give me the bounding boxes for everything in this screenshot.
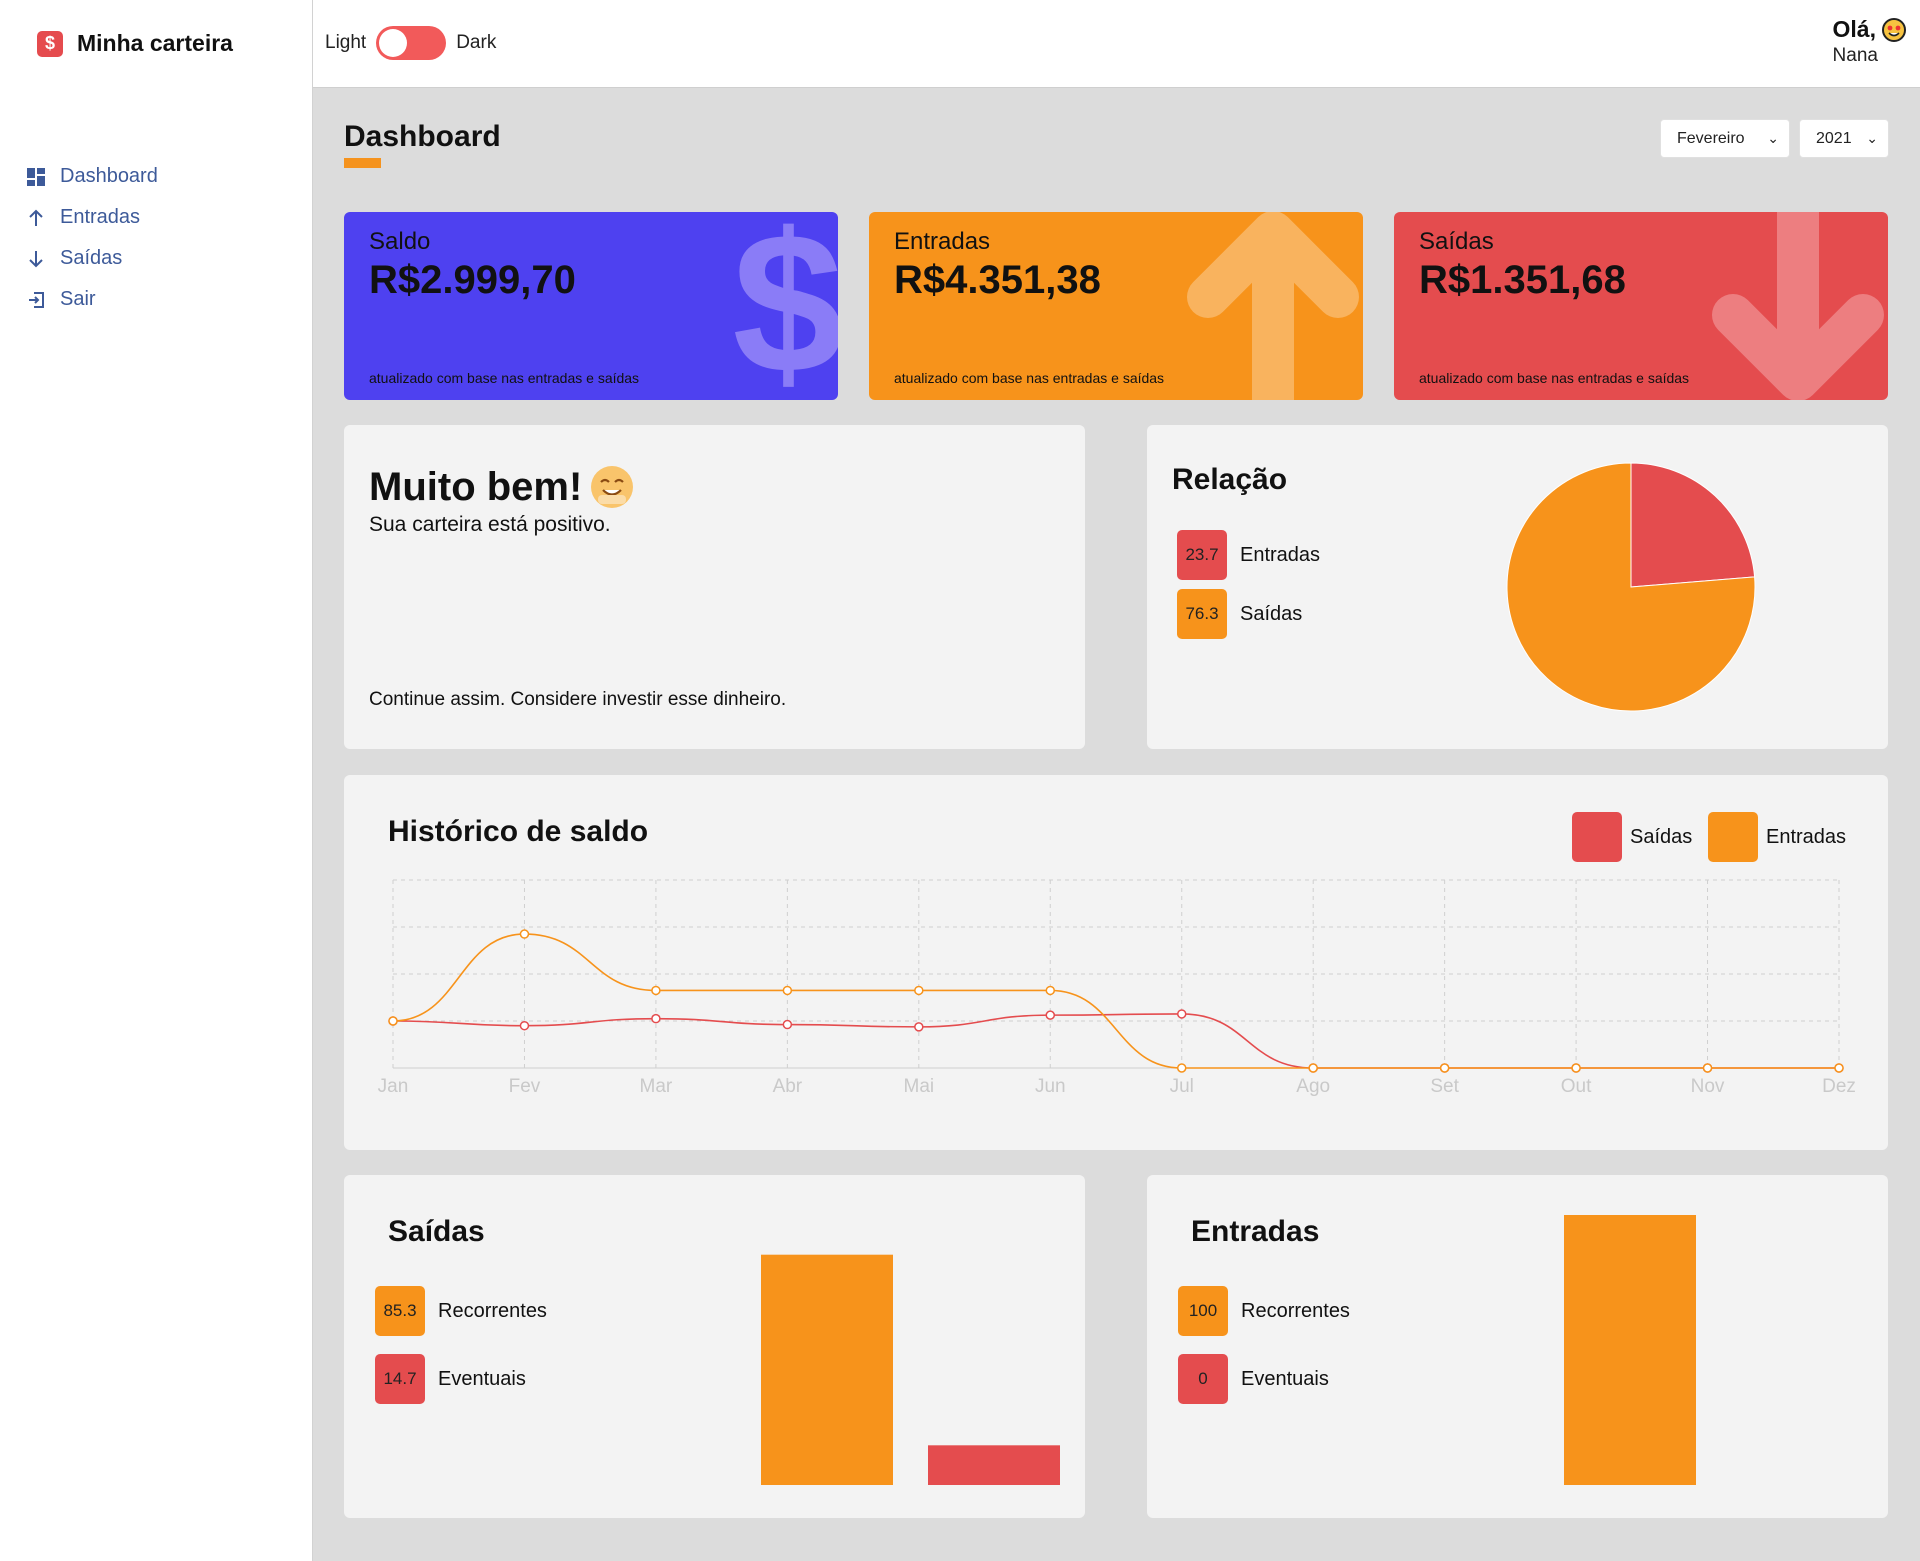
dollar-icon: $	[37, 30, 63, 57]
data-point	[914, 1022, 924, 1032]
sidebar-item-dashboard[interactable]: Dashboard	[26, 156, 158, 197]
outflows-bar-chart	[761, 1254, 1060, 1485]
chevron-down-icon: ⌄	[1866, 130, 1878, 146]
data-point	[1176, 1009, 1187, 1019]
exit-icon	[26, 290, 46, 310]
theme-toggle-group: Light Dark	[325, 26, 496, 60]
wallet-card-saidas: Saídas R$1.351,68 atualizado com base na…	[1394, 212, 1888, 400]
arrow-down-icon	[1712, 212, 1884, 400]
page-title: Dashboard	[344, 120, 501, 153]
data-point	[782, 1019, 793, 1030]
series-line	[392, 1013, 1839, 1069]
title-underline	[344, 158, 381, 168]
x-tick-label: Mai	[904, 1076, 935, 1097]
year-select[interactable]: 2021 ⌄	[1799, 119, 1889, 158]
relation-pie-chart	[1506, 462, 1756, 712]
x-tick-label: Jun	[1035, 1076, 1066, 1097]
history-panel: Histórico de saldo Saídas Entradas Jan Fe…	[344, 775, 1888, 1150]
theme-light-label: Light	[325, 32, 367, 53]
greeting-text: Olá,	[1832, 16, 1876, 42]
message-foot: Continue assim. Considere investir esse …	[369, 689, 787, 710]
bar	[1564, 1215, 1696, 1485]
wallet-foot: atualizado com base nas entradas e saída…	[369, 370, 640, 386]
toggle-knob	[379, 29, 408, 57]
data-point	[1176, 1063, 1187, 1073]
brand-name: Minha carteira	[77, 30, 233, 56]
happy-emoji-icon	[591, 466, 634, 508]
data-point	[1834, 1063, 1844, 1073]
month-select-value: Fevereiro	[1677, 129, 1745, 147]
top-header: Light Dark Olá, Nana	[313, 0, 1920, 88]
sidebar-menu: Dashboard Entradas Saídas Sair	[26, 156, 158, 320]
inflows-bar-chart	[1564, 1215, 1696, 1485]
data-point	[1439, 1063, 1450, 1073]
history-line-chart: Jan Fev Mar Abr Mai Jun Jul Ago Set Out Nov Dez	[378, 879, 1856, 1097]
x-tick-label: Out	[1561, 1076, 1592, 1097]
sidebar: $ Minha carteira Dashboard Entradas Saíd…	[0, 0, 313, 1561]
star-eyes-emoji-icon	[1882, 17, 1906, 42]
x-tick-label: Ago	[1296, 1076, 1330, 1097]
arrow-down-icon	[26, 249, 46, 269]
message-title: Muito bem!	[369, 464, 583, 509]
user-greeting: Olá, Nana	[1833, 16, 1906, 67]
sidebar-item-label: Entradas	[60, 206, 141, 228]
chevron-down-icon: ⌄	[1767, 130, 1779, 146]
x-tick-label: Jul	[1170, 1076, 1194, 1097]
sidebar-item-label: Sair	[60, 288, 96, 310]
brand[interactable]: $ Minha carteira	[37, 30, 233, 57]
data-point	[651, 1013, 661, 1024]
wallet-foot: atualizado com base nas entradas e saída…	[1419, 370, 1690, 386]
data-point	[914, 985, 924, 996]
x-tick-label: Fev	[509, 1076, 541, 1097]
relation-panel: Relação 23.7 Entradas 76.3 Saídas	[1147, 425, 1888, 749]
arrow-up-icon	[26, 208, 46, 228]
bar	[761, 1254, 893, 1485]
theme-dark-label: Dark	[456, 32, 497, 53]
wallet-foot: atualizado com base nas entradas e saída…	[894, 370, 1165, 386]
data-point	[519, 1020, 530, 1031]
sidebar-item-saidas[interactable]: Saídas	[26, 238, 158, 279]
month-select[interactable]: Fevereiro ⌄	[1660, 119, 1790, 158]
data-point	[651, 985, 661, 996]
arrow-up-icon	[1187, 212, 1359, 400]
sidebar-item-label: Dashboard	[60, 165, 158, 187]
wallet-card-saldo: Saldo R$2.999,70 atualizado com base nas…	[344, 212, 838, 400]
series-line	[392, 933, 1839, 1069]
year-select-value: 2021	[1816, 129, 1852, 147]
x-tick-label: Dez	[1822, 1076, 1856, 1097]
sidebar-item-label: Saídas	[60, 247, 123, 269]
data-point	[1308, 1063, 1318, 1073]
message-box: Muito bem! Sua carteira está positivo. C…	[344, 425, 1085, 749]
data-point	[1571, 1063, 1581, 1073]
pie-slice	[1630, 462, 1756, 588]
x-tick-label: Mar	[640, 1076, 673, 1097]
sidebar-item-sair[interactable]: Sair	[26, 279, 158, 320]
inflows-panel: Entradas 100 Recorrentes 0 Eventuais	[1147, 1175, 1888, 1518]
x-tick-label: Set	[1430, 1076, 1459, 1097]
dollar-icon: $	[732, 212, 838, 400]
x-tick-label: Abr	[773, 1076, 803, 1097]
wallet-card-entradas: Entradas R$4.351,38 atualizado com base …	[869, 212, 1363, 400]
data-point	[1045, 1010, 1056, 1020]
user-name: Nana	[1832, 45, 1878, 66]
message-subtitle: Sua carteira está positivo.	[369, 513, 611, 536]
dashboard-icon	[26, 167, 46, 187]
x-tick-label: Jan	[378, 1076, 409, 1097]
sidebar-item-entradas[interactable]: Entradas	[26, 197, 158, 238]
data-point	[782, 985, 793, 996]
data-point	[388, 1016, 398, 1026]
outflows-panel: Saídas 85.3 Recorrentes 14.7 Eventuais	[344, 1175, 1085, 1518]
data-point	[519, 929, 530, 939]
data-point	[1045, 985, 1056, 996]
theme-toggle[interactable]	[376, 26, 447, 60]
x-tick-label: Nov	[1691, 1076, 1725, 1097]
svg-text:$: $	[732, 212, 838, 400]
bar	[928, 1445, 1060, 1485]
data-point	[1702, 1063, 1713, 1073]
